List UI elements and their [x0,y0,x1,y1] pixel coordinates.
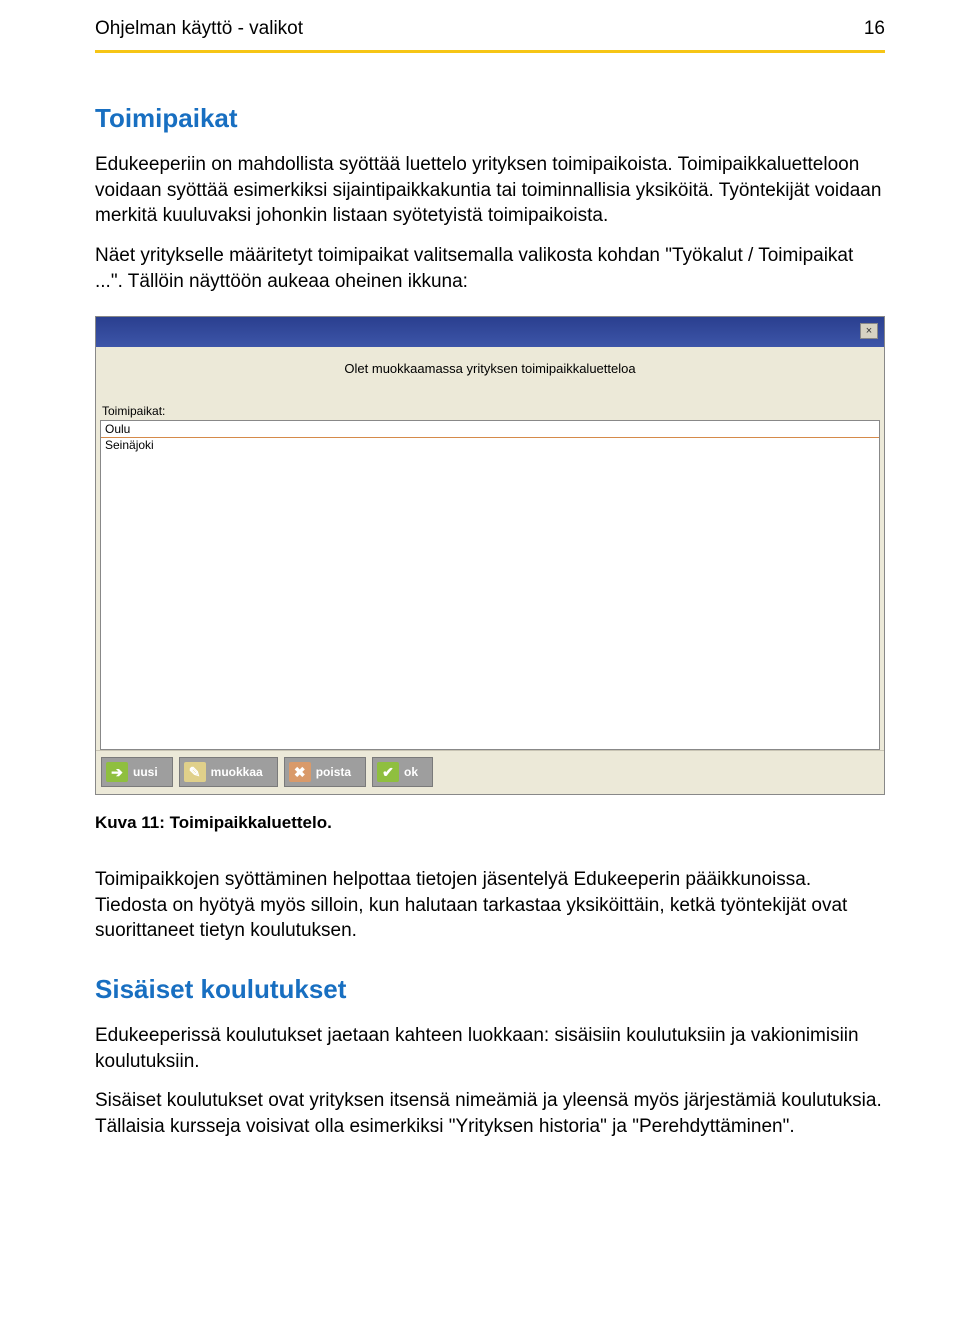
section-title-toimipaikat: Toimipaikat [95,103,885,134]
delete-icon: ✖ [289,762,311,782]
body-paragraph: Näet yritykselle määritetyt toimipaikat … [95,243,885,294]
list-item[interactable]: Oulu [101,421,879,437]
uusi-button[interactable]: ➔ uusi [101,757,173,787]
close-icon[interactable]: × [860,323,878,339]
edit-icon: ✎ [184,762,206,782]
ok-button[interactable]: ✔ ok [372,757,433,787]
body-paragraph: Toimipaikkojen syöttäminen helpottaa tie… [95,867,885,944]
breadcrumb: Ohjelman käyttö - valikot [95,18,303,40]
arrow-right-icon: ➔ [106,762,128,782]
poista-button[interactable]: ✖ poista [284,757,366,787]
button-label: ok [404,765,418,779]
body-paragraph: Edukeeperiin on mahdollista syöttää luet… [95,152,885,229]
page-header: Ohjelman käyttö - valikot 16 [95,0,885,50]
muokkaa-button[interactable]: ✎ muokkaa [179,757,278,787]
button-label: muokkaa [211,765,263,779]
body-paragraph: Sisäiset koulutukset ovat yrityksen itse… [95,1088,885,1139]
page-number: 16 [864,18,885,40]
button-label: poista [316,765,351,779]
dialog-toolbar: ➔ uusi ✎ muokkaa ✖ poista ✔ ok [96,750,884,794]
list-item[interactable]: Seinäjoki [101,437,879,453]
ok-icon: ✔ [377,762,399,782]
dialog-window: × Olet muokkaamassa yrityksen toimipaikk… [95,316,885,795]
figure-caption: Kuva 11: Toimipaikkaluettelo. [95,813,885,833]
section-title-sisaiset: Sisäiset koulutukset [95,974,885,1005]
button-label: uusi [133,765,158,779]
dialog-titlebar: × [96,317,884,347]
body-paragraph: Edukeeperissä koulutukset jaetaan kahtee… [95,1023,885,1074]
dialog-subheader: Olet muokkaamassa yrityksen toimipaikkal… [96,347,884,402]
list-label: Toimipaikat: [96,402,884,420]
header-rule [95,50,885,53]
listbox[interactable]: Oulu Seinäjoki [100,420,880,750]
